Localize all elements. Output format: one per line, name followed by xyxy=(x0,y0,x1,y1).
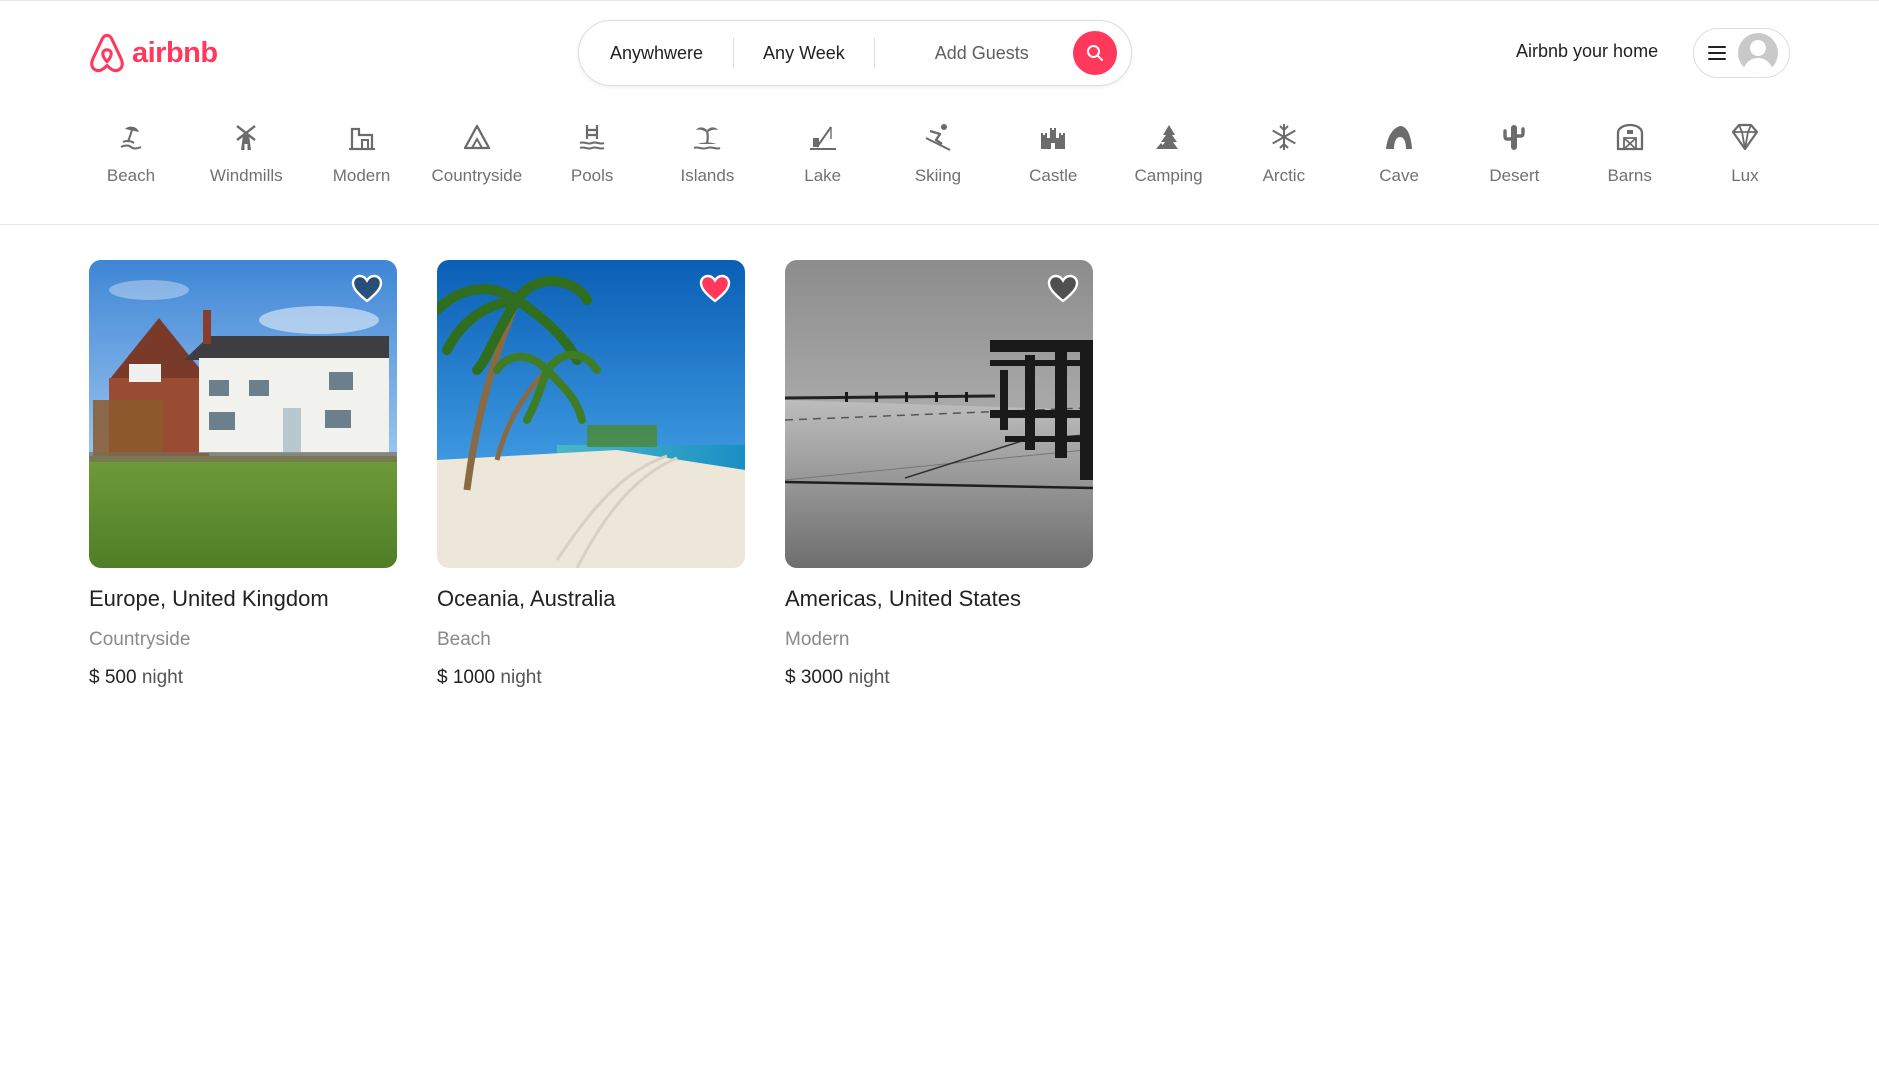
category-windmills[interactable]: Windmills xyxy=(191,119,301,195)
category-label: Skiing xyxy=(914,166,962,185)
search-where[interactable]: Anywhwere xyxy=(579,37,733,69)
windmill-icon xyxy=(228,119,264,155)
category-pools[interactable]: Pools xyxy=(537,119,647,195)
price-unit: night xyxy=(500,667,542,688)
favorite-heart-icon[interactable] xyxy=(699,274,731,304)
site-header: airbnb Anywhwere Any Week Add Guests Air… xyxy=(0,1,1879,225)
search-guests[interactable]: Add Guests xyxy=(875,37,1073,69)
category-label: Modern xyxy=(332,166,391,185)
category-label: Islands xyxy=(680,166,735,185)
barn-icon xyxy=(1612,119,1648,155)
listing-location: Oceania, Australia xyxy=(437,586,616,611)
category-label: Desert xyxy=(1489,166,1540,185)
skiing-icon xyxy=(920,119,956,155)
island-icon xyxy=(689,119,725,155)
category-label: Countryside xyxy=(431,166,523,185)
listing-category: Countryside xyxy=(89,629,191,650)
cactus-icon xyxy=(1496,119,1532,155)
listing-photo-country-house[interactable] xyxy=(89,260,397,568)
category-camping[interactable]: Camping xyxy=(1114,119,1224,195)
search-bar[interactable]: Anywhwere Any Week Add Guests xyxy=(578,20,1132,86)
beach-icon xyxy=(113,119,149,155)
price-unit: night xyxy=(141,667,184,688)
listing-price: $ 500 night xyxy=(89,667,397,689)
pool-icon xyxy=(574,119,610,155)
castle-icon xyxy=(1035,119,1071,155)
category-lux[interactable]: Lux xyxy=(1690,119,1800,195)
price-amount: $ 500 xyxy=(89,667,137,688)
price-amount: $ 1000 xyxy=(437,667,496,688)
camping-tent-icon xyxy=(1151,119,1187,155)
category-beach[interactable]: Beach xyxy=(76,119,186,195)
host-link[interactable]: Airbnb your home xyxy=(1516,41,1658,62)
user-avatar-icon xyxy=(1738,33,1778,73)
category-label: Camping xyxy=(1134,166,1203,185)
hamburger-menu-icon xyxy=(1708,46,1726,60)
listing-card[interactable]: Oceania, Australia Beach $ 1000 night xyxy=(437,260,745,689)
category-cave[interactable]: Cave xyxy=(1344,119,1454,195)
user-menu-button[interactable] xyxy=(1693,28,1790,78)
modern-house-icon xyxy=(344,119,380,155)
listing-price: $ 1000 night xyxy=(437,667,745,689)
category-skiing[interactable]: Skiing xyxy=(883,119,993,195)
listing-photo-tropical-beach[interactable] xyxy=(437,260,745,568)
category-desert[interactable]: Desert xyxy=(1459,119,1569,195)
price-amount: $ 3000 xyxy=(785,667,844,688)
category-modern[interactable]: Modern xyxy=(307,119,417,195)
diamond-icon xyxy=(1727,119,1763,155)
category-countryside[interactable]: Countryside xyxy=(422,119,532,195)
category-label: Barns xyxy=(1607,166,1652,185)
category-islands[interactable]: Islands xyxy=(652,119,762,195)
airbnb-logo[interactable]: airbnb xyxy=(88,33,218,73)
listing-card[interactable]: Americas, United States Modern $ 3000 ni… xyxy=(785,260,1093,689)
listing-location: Americas, United States xyxy=(785,586,1021,611)
price-unit: night xyxy=(848,667,890,688)
category-label: Beach xyxy=(106,166,156,185)
airbnb-logo-icon xyxy=(90,33,124,73)
category-lake[interactable]: Lake xyxy=(768,119,878,195)
favorite-heart-icon[interactable] xyxy=(1047,274,1079,304)
category-label: Windmills xyxy=(209,166,283,185)
category-arctic[interactable]: Arctic xyxy=(1229,119,1339,195)
category-label: Pools xyxy=(570,166,614,185)
search-when[interactable]: Any Week xyxy=(734,37,874,69)
search-icon xyxy=(1086,45,1103,61)
mountain-icon xyxy=(459,119,495,155)
snowflake-icon xyxy=(1266,119,1302,155)
category-barns[interactable]: Barns xyxy=(1575,119,1685,195)
cave-icon xyxy=(1381,119,1417,155)
listing-card[interactable]: Europe, United Kingdom Countryside $ 500… xyxy=(89,260,397,689)
category-label: Cave xyxy=(1379,166,1419,185)
listings-grid: Europe, United Kingdom Countryside $ 500… xyxy=(89,260,1093,689)
listing-photo-modern-building[interactable] xyxy=(785,260,1093,568)
category-castle[interactable]: Castle xyxy=(998,119,1108,195)
category-bar: Beach Windmills Modern Countryside Pools xyxy=(88,119,1800,195)
listing-category: Modern xyxy=(785,629,850,650)
category-label: Lake xyxy=(804,166,842,185)
search-button[interactable] xyxy=(1072,31,1117,75)
listing-price: $ 3000 night xyxy=(785,667,1093,689)
lake-fishing-icon xyxy=(805,119,841,155)
category-label: Arctic xyxy=(1262,166,1306,185)
brand-name: airbnb xyxy=(132,36,218,69)
listing-category: Beach xyxy=(437,629,491,650)
category-label: Castle xyxy=(1029,166,1078,185)
category-label: Lux xyxy=(1731,166,1759,185)
favorite-heart-icon[interactable] xyxy=(351,274,383,304)
listing-location: Europe, United Kingdom xyxy=(89,586,329,611)
